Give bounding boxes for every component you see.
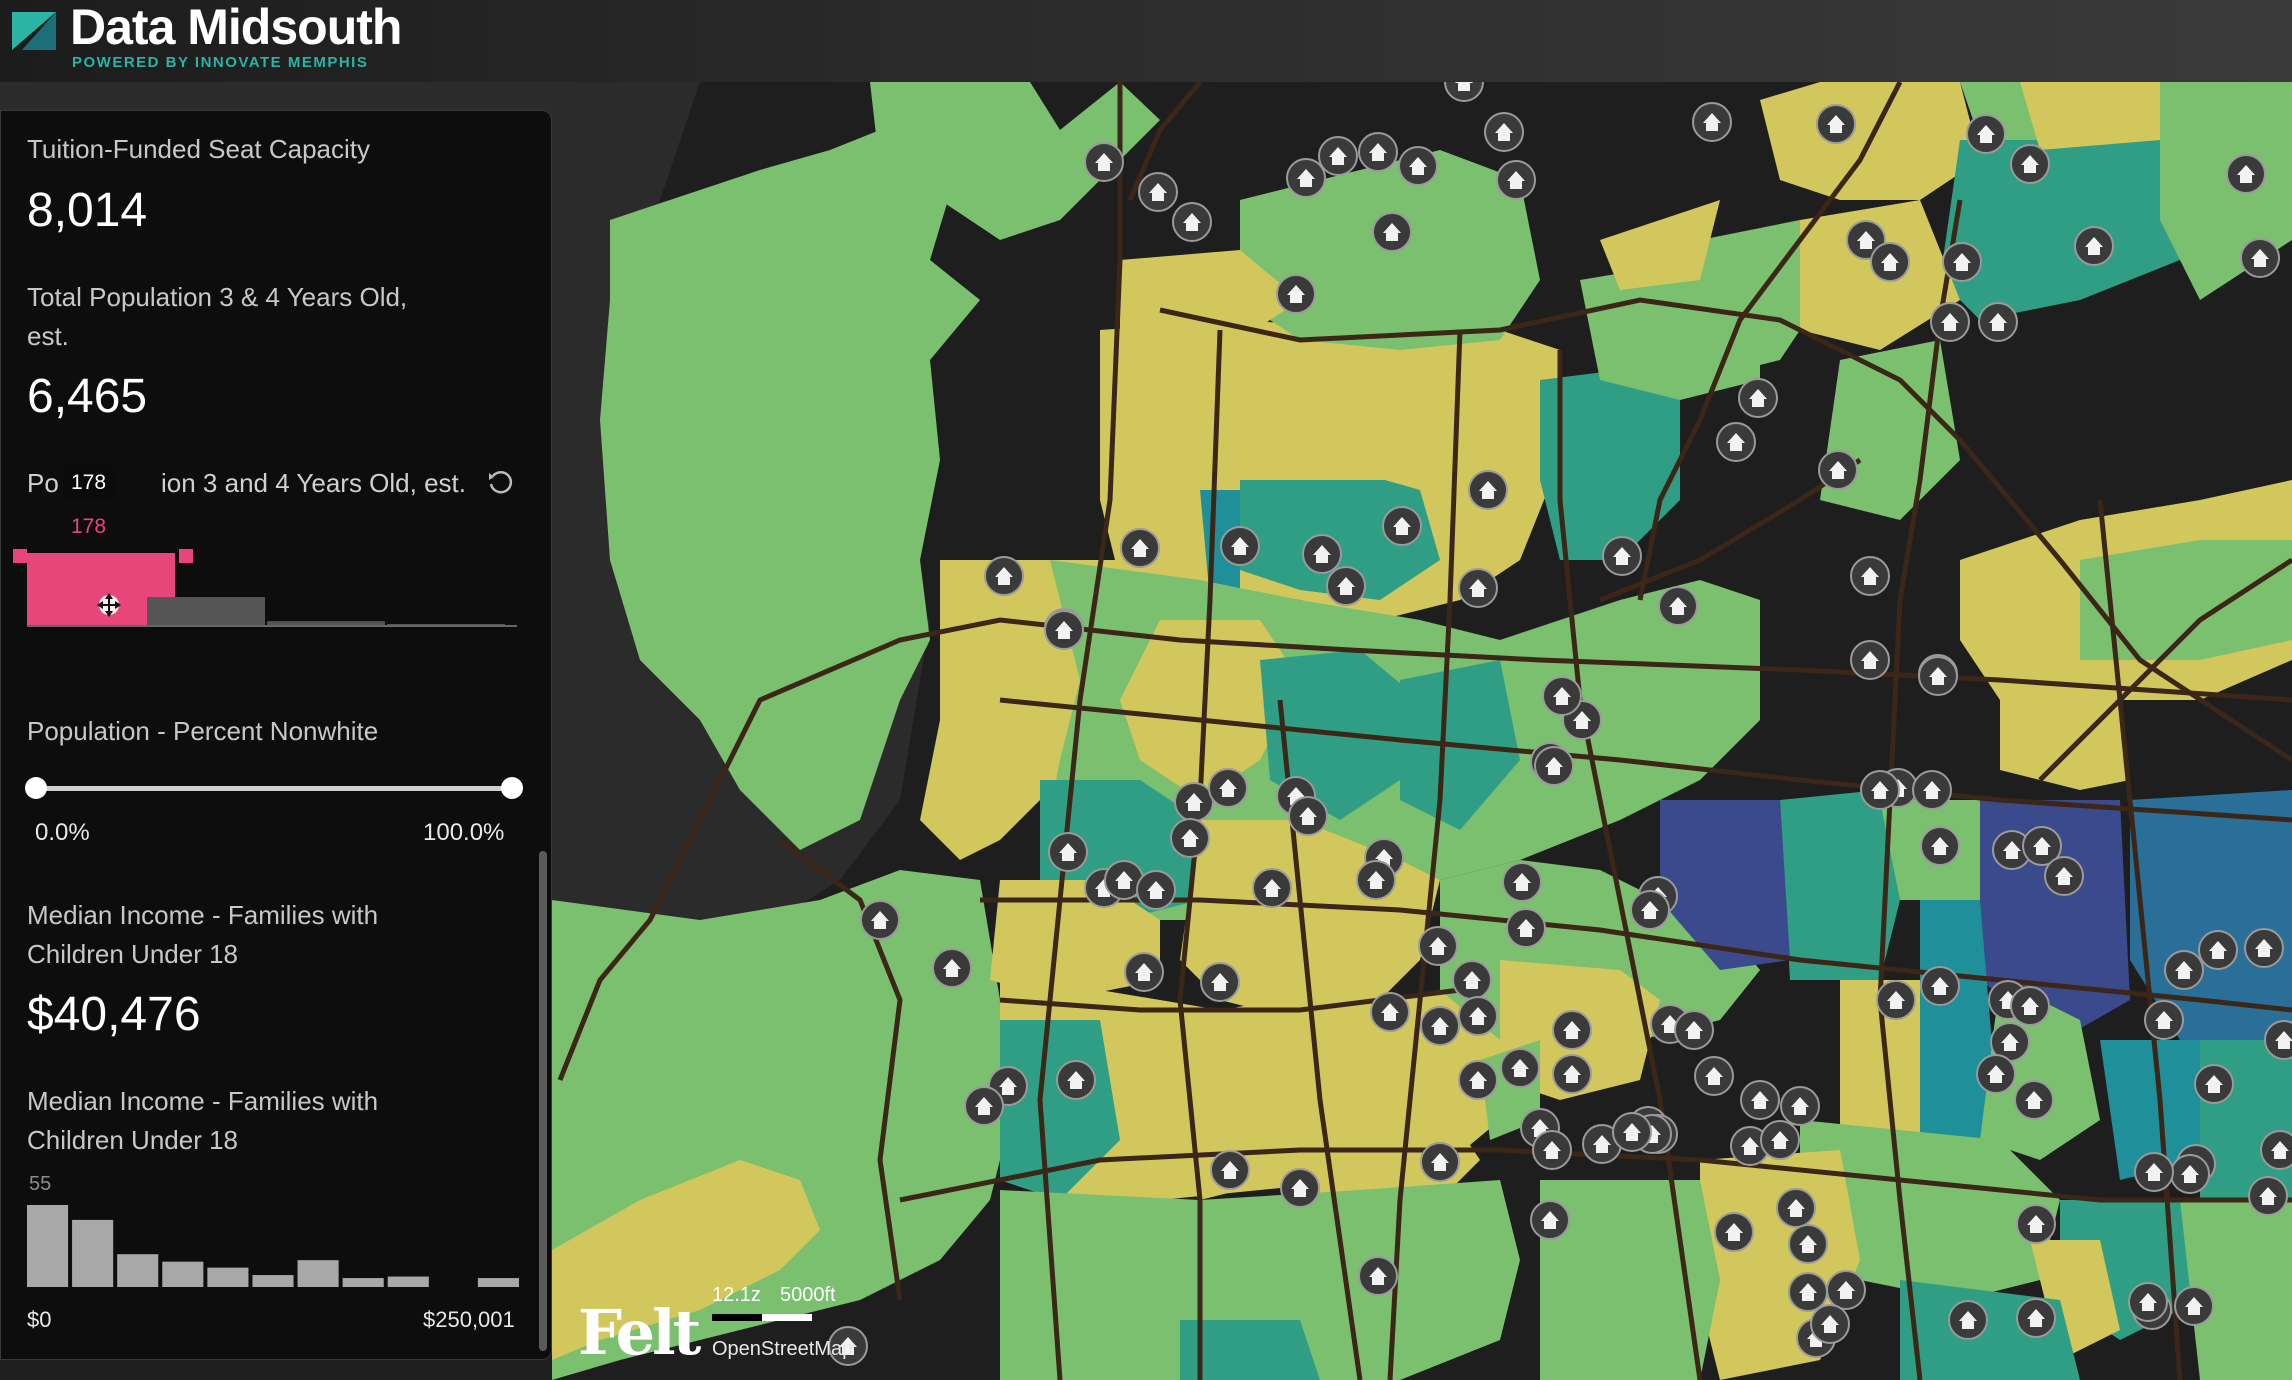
total-pop-value: 6,465 — [27, 370, 148, 423]
income-hist-label-line2: Children Under 18 — [27, 1125, 239, 1155]
pop-histogram[interactable] — [13, 549, 533, 629]
osm-attribution[interactable]: OpenStreetMap — [712, 1338, 853, 1361]
income-hist-bar[interactable] — [117, 1254, 159, 1287]
income-hist-bar[interactable] — [387, 1276, 429, 1287]
income-hist-bar[interactable] — [207, 1267, 249, 1287]
brand-title[interactable]: Data Midsouth — [70, 0, 402, 56]
slider-track[interactable] — [37, 786, 513, 791]
slider-handle-min[interactable] — [25, 777, 47, 799]
data-midsouth-logo-icon — [12, 12, 56, 50]
income-hist-bar[interactable] — [252, 1275, 294, 1287]
panel-scrollbar[interactable] — [539, 851, 547, 1351]
nonwhite-slider[interactable] — [25, 777, 523, 801]
seat-capacity-label: Tuition-Funded Seat Capacity — [27, 134, 371, 164]
data-panel[interactable]: Tuition-Funded Seat Capacity 8,014 Total… — [0, 110, 552, 1360]
slider-handle-max[interactable] — [501, 777, 523, 799]
app-header: Data Midsouth POWERED BY INNOVATE MEMPHI… — [0, 0, 2292, 82]
pop-hist-range-handle[interactable] — [179, 549, 193, 563]
income-hist-max-label: 55 — [29, 1173, 52, 1195]
reset-icon[interactable] — [485, 467, 515, 497]
brand-subtitle: POWERED BY INNOVATE MEMPHIS — [72, 54, 369, 71]
income-value: $40,476 — [27, 988, 201, 1041]
income-hist-bar[interactable] — [342, 1278, 384, 1287]
pop-hist-label-start: Po — [27, 468, 59, 498]
pop-hist-selected-value: 178 — [71, 515, 107, 538]
income-label-line1: Median Income - Families with — [27, 900, 379, 930]
zoom-level: 12.1z — [712, 1284, 761, 1306]
pop-hist-label-end: ion 3 and 4 Years Old, est. — [161, 468, 466, 498]
felt-logo[interactable]: Felt — [578, 1296, 701, 1369]
pop-hist-bar[interactable] — [147, 597, 265, 627]
income-hist-bar[interactable] — [477, 1278, 519, 1287]
pop-hist-range-handle[interactable] — [13, 549, 27, 563]
nonwhite-max-label: 100.0% — [423, 819, 505, 846]
scale-bar — [712, 1314, 812, 1321]
total-pop-label-line1: Total Population 3 & 4 Years Old, — [27, 282, 408, 312]
income-hist-bar[interactable] — [162, 1261, 204, 1287]
seat-capacity-value: 8,014 — [27, 184, 148, 237]
income-hist-bar[interactable] — [27, 1205, 69, 1287]
income-label-line2: Children Under 18 — [27, 939, 239, 969]
income-histogram[interactable] — [27, 1201, 527, 1291]
nonwhite-min-label: 0.0% — [35, 819, 90, 846]
income-hist-bar[interactable] — [72, 1219, 114, 1287]
pop-hist-baseline — [27, 625, 517, 627]
pop-hist-tooltip: 178 — [63, 465, 115, 501]
income-hist-max-x: $250,001 — [423, 1307, 515, 1332]
move-cursor-icon — [97, 593, 121, 617]
scale-label: 5000ft — [780, 1284, 836, 1306]
pop-hist-tooltip-text: 178 — [71, 471, 107, 494]
income-hist-min-x: $0 — [27, 1307, 52, 1332]
income-hist-bar[interactable] — [297, 1260, 339, 1287]
total-pop-label-line2: est. — [27, 321, 69, 351]
nonwhite-label: Population - Percent Nonwhite — [27, 716, 379, 746]
income-hist-label-line1: Median Income - Families with — [27, 1086, 379, 1116]
